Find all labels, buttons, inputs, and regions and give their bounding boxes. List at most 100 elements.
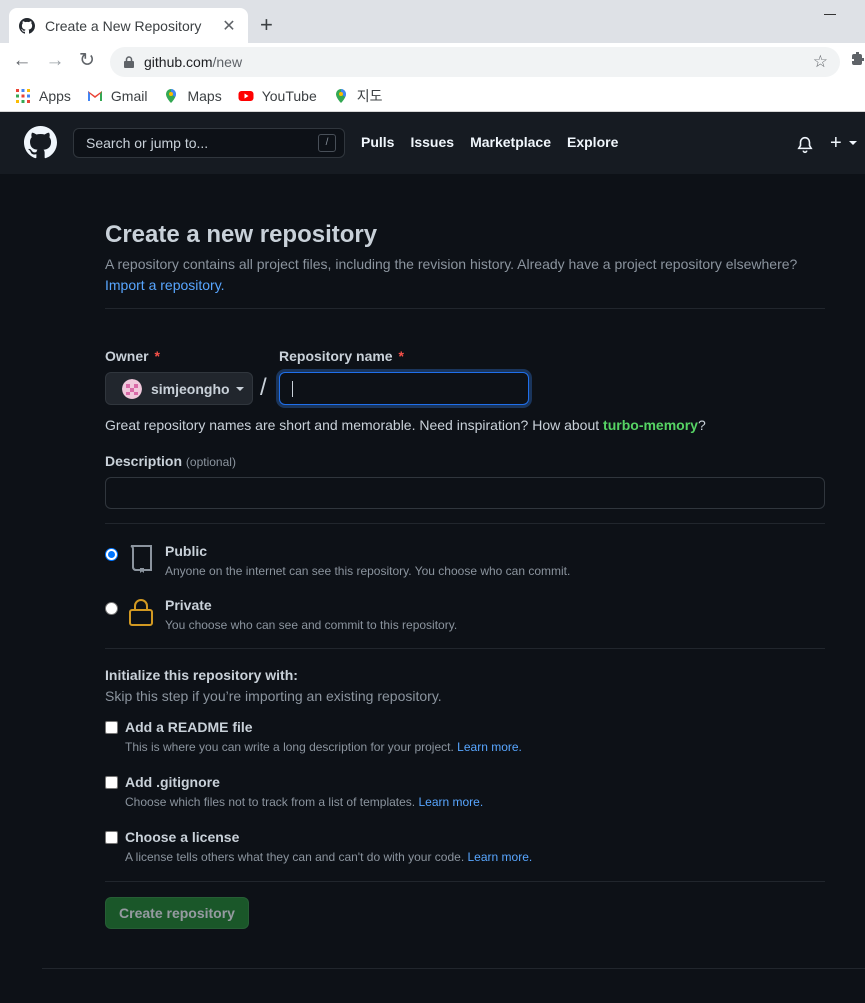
youtube-icon — [238, 90, 254, 101]
import-repo-link[interactable]: Import a repository. — [105, 277, 225, 293]
owner-label-text: Owner — [105, 348, 149, 364]
suggested-repo-name[interactable]: turbo-memory — [603, 417, 698, 433]
suggestion-prefix: Great repository names are short and mem… — [105, 417, 604, 433]
reload-icon[interactable]: ↻ — [75, 50, 99, 74]
github-logo-icon[interactable] — [24, 126, 57, 159]
nav-issues[interactable]: Issues — [410, 134, 454, 150]
private-radio[interactable] — [105, 602, 118, 615]
bookmark-label: YouTube — [261, 87, 317, 104]
bookmarks-bar: Apps Gmail Maps YouTube 지도 — [0, 80, 865, 112]
divider — [105, 308, 825, 309]
search-input[interactable]: Search or jump to... / — [73, 128, 345, 158]
create-new-plus-icon[interactable]: + — [830, 132, 842, 154]
address-bar[interactable]: github.com/new ☆ — [110, 47, 840, 77]
required-mark: * — [398, 348, 404, 364]
init-section-subtitle: Skip this step if you’re importing an ex… — [105, 688, 442, 704]
public-description: Anyone on the internet can see this repo… — [165, 564, 571, 578]
description-input[interactable] — [105, 477, 825, 509]
minimize-button[interactable] — [824, 14, 836, 15]
divider — [105, 523, 825, 524]
readme-description: This is where you can write a long descr… — [125, 740, 522, 754]
learn-more-link[interactable]: Learn more. — [457, 740, 522, 754]
bookmark-korean-maps[interactable]: 지도 — [333, 86, 383, 106]
bookmark-label: Apps — [39, 87, 71, 104]
url-path: /new — [212, 54, 243, 70]
gitignore-checkbox[interactable] — [105, 776, 118, 789]
github-favicon-icon — [19, 17, 35, 34]
license-checkbox[interactable] — [105, 831, 118, 844]
apps-grid-icon — [16, 88, 30, 103]
license-description: A license tells others what they can and… — [125, 850, 532, 864]
learn-more-link[interactable]: Learn more. — [418, 795, 483, 809]
lock-icon — [124, 56, 134, 68]
chevron-down-icon — [235, 386, 244, 391]
repo-book-icon — [130, 545, 152, 573]
repo-name-label-text: Repository name — [279, 348, 393, 364]
init-section-title: Initialize this repository with: — [105, 667, 298, 683]
back-icon[interactable]: ← — [10, 50, 34, 74]
description-label-text: Description — [105, 453, 183, 469]
gitignore-title: Add .gitignore — [125, 774, 220, 790]
private-description: You choose who can see and commit to thi… — [165, 618, 458, 632]
extensions-puzzle-icon[interactable] — [850, 51, 865, 67]
public-title: Public — [165, 543, 208, 559]
suggestion-suffix: ? — [697, 417, 706, 433]
readme-checkbox[interactable] — [105, 721, 118, 734]
nav-explore[interactable]: Explore — [567, 134, 618, 150]
nav-pulls[interactable]: Pulls — [361, 134, 394, 150]
page-description: A repository contains all project files,… — [105, 254, 825, 296]
page-description-text: A repository contains all project files,… — [105, 256, 798, 272]
bookmark-label: Gmail — [110, 87, 148, 104]
header-nav: Pulls Issues Marketplace Explore — [361, 134, 634, 150]
owner-name: simjeongho — [151, 380, 230, 397]
forward-icon[interactable]: → — [43, 50, 67, 74]
optional-hint: (optional) — [185, 455, 236, 469]
bookmark-youtube[interactable]: YouTube — [238, 88, 317, 104]
browser-tabstrip: Create a New Repository ✕ + — [0, 0, 865, 43]
bookmark-gmail[interactable]: Gmail — [87, 87, 148, 104]
description-label: Description (optional) — [105, 453, 236, 469]
notification-bell-icon[interactable] — [796, 136, 814, 154]
repository-name-input[interactable] — [279, 372, 529, 405]
license-description-text: A license tells others what they can and… — [125, 850, 465, 864]
nav-marketplace[interactable]: Marketplace — [470, 134, 551, 150]
browser-tab[interactable]: Create a New Repository ✕ — [9, 8, 248, 43]
divider — [105, 648, 825, 649]
gitignore-description-text: Choose which files not to track from a l… — [125, 795, 416, 809]
readme-description-text: This is where you can write a long descr… — [125, 740, 454, 754]
browser-toolbar: ← → ↻ github.com/new ☆ — [0, 43, 865, 80]
url-text: github.com/new — [144, 54, 242, 70]
name-suggestion: Great repository names are short and mem… — [105, 417, 706, 433]
bookmark-label: Maps — [187, 87, 222, 104]
url-domain: github.com — [144, 54, 213, 70]
bookmark-label: 지도 — [356, 87, 383, 104]
tab-title: Create a New Repository — [45, 17, 202, 34]
new-tab-button[interactable]: + — [260, 12, 273, 38]
footer-divider — [42, 968, 865, 969]
owner-dropdown[interactable]: simjeongho — [105, 372, 253, 405]
text-cursor — [292, 381, 293, 397]
public-radio[interactable] — [105, 548, 118, 561]
tab-close-icon[interactable]: ✕ — [220, 16, 238, 36]
github-header: Search or jump to... / Pulls Issues Mark… — [0, 112, 865, 174]
create-repository-button[interactable]: Create repository — [105, 897, 249, 929]
chevron-down-icon[interactable] — [849, 141, 857, 145]
search-placeholder: Search or jump to... — [86, 135, 209, 151]
bookmark-star-icon[interactable]: ☆ — [813, 52, 828, 72]
maps-pin-icon — [166, 88, 177, 103]
avatar — [122, 378, 142, 399]
license-title: Choose a license — [125, 829, 240, 845]
learn-more-link[interactable]: Learn more. — [468, 850, 533, 864]
search-shortcut-key: / — [318, 134, 336, 152]
repo-name-label: Repository name * — [279, 348, 404, 364]
private-title: Private — [165, 597, 212, 613]
maps-pin-icon — [335, 88, 346, 103]
readme-title: Add a README file — [125, 719, 253, 735]
owner-label: Owner * — [105, 348, 160, 364]
required-mark: * — [154, 348, 160, 364]
bookmark-maps[interactable]: Maps — [163, 87, 222, 104]
gmail-icon — [87, 90, 102, 101]
page-title: Create a new repository — [105, 221, 378, 248]
gitignore-description: Choose which files not to track from a l… — [125, 795, 483, 809]
bookmark-apps[interactable]: Apps — [15, 88, 71, 104]
